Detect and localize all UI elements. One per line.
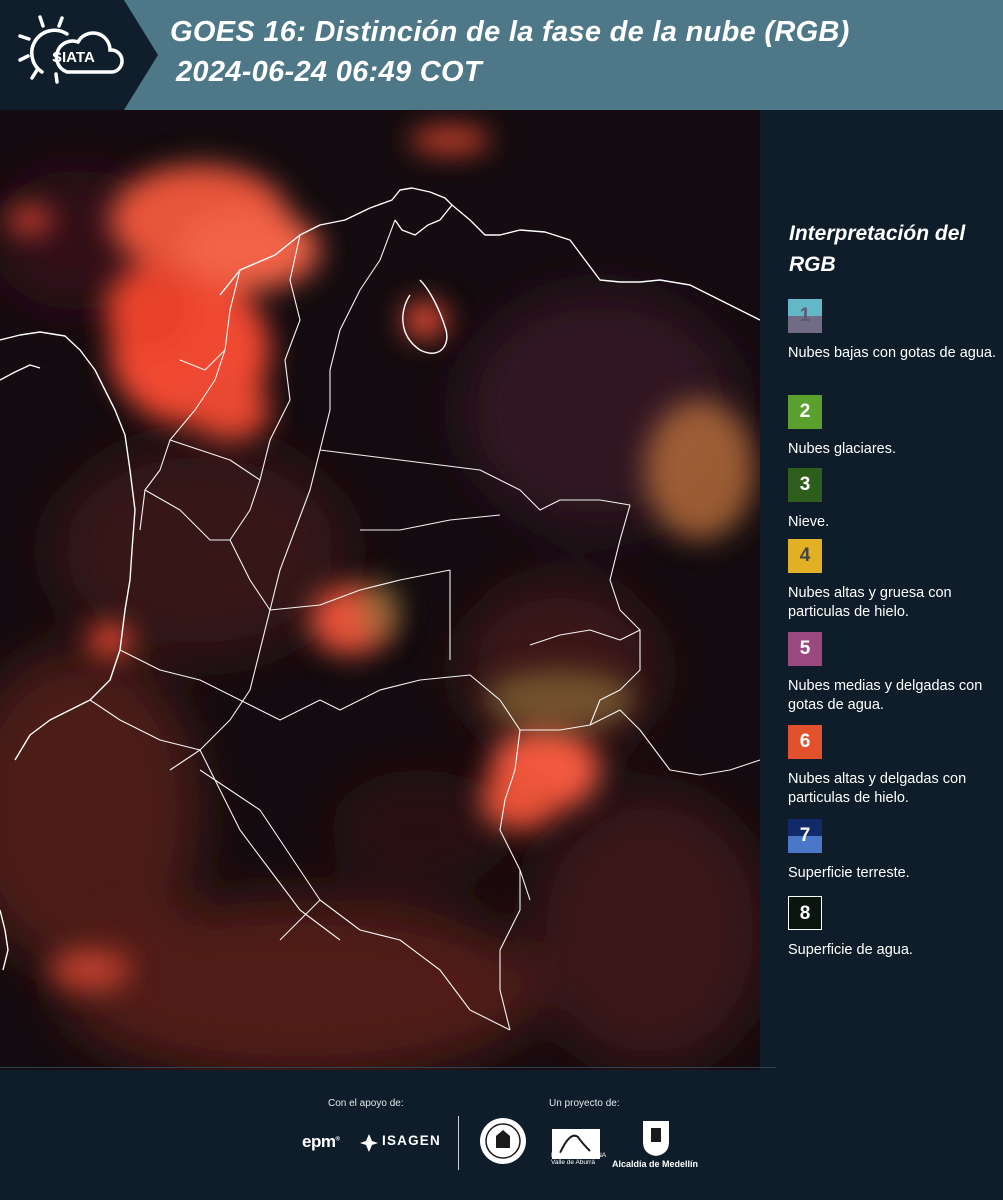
legend-swatch: 8: [788, 896, 822, 930]
legend-swatch: 5: [788, 632, 822, 666]
isagen-logo: ISAGEN: [382, 1133, 441, 1148]
legend-swatch: 2: [788, 395, 822, 429]
legend-label: Nubes medias y delgadas con gotas de agu…: [788, 678, 983, 713]
title: GOES 16: Distinción de la fase de la nub…: [170, 16, 850, 48]
legend-label: Superficie de agua.: [788, 942, 913, 958]
legend-label: Nubes glaciares.: [788, 441, 896, 457]
legend-title: Interpretación del RGB: [789, 222, 966, 276]
legend-label: Nubes altas y delgadas con particulas de…: [788, 771, 967, 806]
project-label: Un proyecto de:: [549, 1098, 620, 1109]
header: SIATA GOES 16: Distinción de la fase de …: [0, 0, 1003, 110]
isagen-icon: [360, 1134, 378, 1152]
alcaldia-text: Alcaldía de Medellín: [612, 1159, 699, 1169]
footer: Con el apoyo de: Un proyecto de: epm® IS…: [0, 1067, 1003, 1200]
legend-swatch: 6: [788, 725, 822, 759]
university-seal-logo: [480, 1118, 526, 1164]
support-label: Con el apoyo de:: [328, 1098, 404, 1109]
legend-label: Nubes altas y gruesa con particulas de h…: [788, 585, 952, 620]
legend-swatch: 3: [788, 468, 822, 502]
legend-label: Nubes bajas con gotas de agua.: [788, 345, 996, 361]
satellite-map: [0, 110, 760, 1070]
timestamp: 2024-06-24 06:49 COT: [176, 56, 482, 88]
legend-swatch: 1: [788, 299, 822, 333]
alcaldia-logo: [643, 1121, 669, 1156]
legend-label: Superficie terreste.: [788, 865, 910, 881]
footer-rule: [0, 1067, 776, 1068]
footer-divider: [458, 1116, 459, 1170]
area-metropolitana-text: METROPOLITANA Valle de Aburrá: [551, 1152, 606, 1166]
legend-swatch: 7: [788, 819, 822, 853]
legend-swatch: 4: [788, 539, 822, 573]
legend-label: Nieve.: [788, 514, 830, 530]
svg-text:SIATA: SIATA: [52, 49, 95, 66]
epm-logo: epm®: [302, 1132, 340, 1151]
legend: Interpretación del RGB 1 Nubes bajas con…: [760, 110, 1003, 1070]
siata-logo: SIATA: [18, 15, 124, 84]
